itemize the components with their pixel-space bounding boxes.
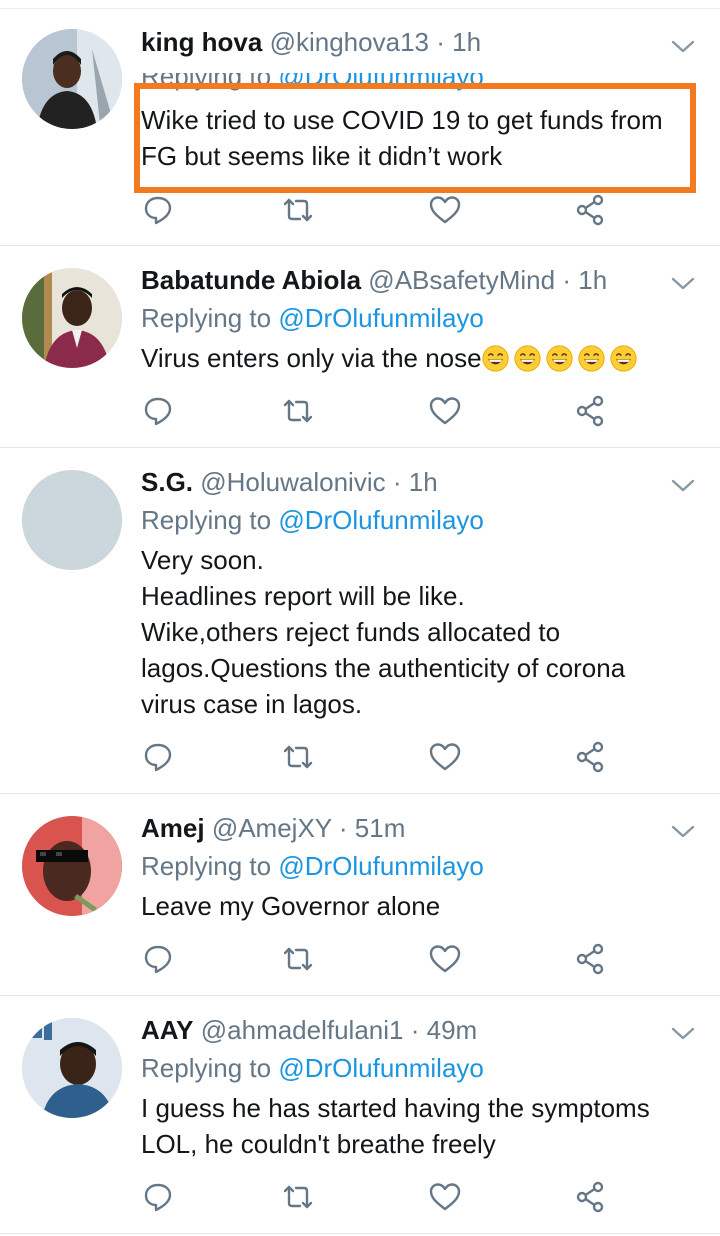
grinning-face-emoji bbox=[482, 345, 509, 372]
separator-dot: · bbox=[410, 1015, 420, 1045]
grinning-face-emoji bbox=[578, 345, 605, 372]
user-handle[interactable]: @ABsafetyMind bbox=[368, 265, 555, 295]
heart-icon[interactable] bbox=[428, 740, 462, 774]
tweet-text-line: I guess he has started having the sympto… bbox=[141, 1093, 650, 1123]
tweet-header: S.G. @Holuwalonivic · 1h bbox=[141, 467, 660, 497]
replying-to: Replying to @DrOlufunmilayo bbox=[141, 303, 484, 333]
chevron-down-icon[interactable] bbox=[670, 33, 696, 59]
chevron-down-icon[interactable] bbox=[670, 270, 696, 296]
tweet-text: Very soon. Headlines report will be like… bbox=[141, 542, 684, 722]
timestamp[interactable]: 1h bbox=[452, 27, 481, 57]
tweet-text: I guess he has started having the sympto… bbox=[141, 1090, 684, 1162]
replying-label: Replying to bbox=[141, 1053, 272, 1083]
grinning-face-emoji bbox=[514, 345, 541, 372]
tweet-text-line: LOL, he couldn't breathe freely bbox=[141, 1129, 496, 1159]
grinning-face-emoji-group bbox=[482, 343, 642, 373]
display-name[interactable]: AAY bbox=[141, 1015, 194, 1045]
chevron-down-icon[interactable] bbox=[670, 1020, 696, 1046]
mention-link[interactable]: @DrOlufunmilayo bbox=[278, 303, 484, 333]
heart-icon[interactable] bbox=[428, 394, 462, 428]
tweet-text-line: Wike,others reject funds allocated to bbox=[141, 617, 561, 647]
tweet-card[interactable]: S.G. @Holuwalonivic · 1h Replying to @Dr… bbox=[0, 448, 720, 794]
action-bar bbox=[141, 193, 621, 227]
tweet-text-line: Headlines report will be like. bbox=[141, 581, 465, 611]
share-icon[interactable] bbox=[573, 942, 607, 976]
user-handle[interactable]: @kinghova13 bbox=[270, 27, 429, 57]
share-icon[interactable] bbox=[573, 394, 607, 428]
orange-highlight-box bbox=[134, 83, 696, 193]
reply-icon[interactable] bbox=[141, 193, 175, 227]
chevron-down-icon[interactable] bbox=[670, 818, 696, 844]
display-name[interactable]: Amej bbox=[141, 813, 205, 843]
retweet-icon[interactable] bbox=[281, 193, 315, 227]
mention-link[interactable]: @DrOlufunmilayo bbox=[278, 1053, 484, 1083]
separator-dot: · bbox=[436, 27, 445, 57]
timestamp[interactable]: 1h bbox=[578, 265, 607, 295]
display-name[interactable]: king hova bbox=[141, 27, 262, 57]
tweet-text-line: lagos.Questions the authenticity of coro… bbox=[141, 653, 626, 683]
replying-label: Replying to bbox=[141, 303, 272, 333]
tweet-text: Leave my Governor alone bbox=[141, 888, 684, 924]
user-handle[interactable]: @ahmadelfulani1 bbox=[201, 1015, 404, 1045]
retweet-icon[interactable] bbox=[281, 1180, 315, 1214]
retweet-icon[interactable] bbox=[281, 394, 315, 428]
avatar[interactable] bbox=[22, 29, 122, 129]
replying-to: Replying to @DrOlufunmilayo bbox=[141, 851, 484, 881]
avatar[interactable] bbox=[22, 816, 122, 916]
replying-to: Replying to @DrOlufunmilayo bbox=[141, 1053, 484, 1083]
tweet-card[interactable]: Babatunde Abiola @ABsafetyMind · 1h Repl… bbox=[0, 246, 720, 448]
replying-to: Replying to @DrOlufunmilayo bbox=[141, 505, 484, 535]
heart-icon[interactable] bbox=[428, 193, 462, 227]
display-name[interactable]: Babatunde Abiola bbox=[141, 265, 361, 295]
timestamp[interactable]: 51m bbox=[355, 813, 406, 843]
reply-icon[interactable] bbox=[141, 1180, 175, 1214]
action-bar bbox=[141, 740, 621, 774]
share-icon[interactable] bbox=[573, 1180, 607, 1214]
display-name[interactable]: S.G. bbox=[141, 467, 193, 497]
tweet-text-line: Leave my Governor alone bbox=[141, 891, 441, 921]
retweet-icon[interactable] bbox=[281, 942, 315, 976]
avatar[interactable] bbox=[22, 470, 122, 570]
reply-feed: king hova @kinghova13 · 1h Replying to @… bbox=[0, 0, 720, 1236]
tweet-text-line: Virus enters only via the nose bbox=[141, 343, 482, 373]
action-bar bbox=[141, 942, 621, 976]
mention-link[interactable]: @DrOlufunmilayo bbox=[278, 505, 484, 535]
tweet-card[interactable]: AAY @ahmadelfulani1 · 49m Replying to @D… bbox=[0, 996, 720, 1234]
reply-icon[interactable] bbox=[141, 740, 175, 774]
grinning-face-emoji bbox=[610, 345, 637, 372]
replying-label: Replying to bbox=[141, 505, 272, 535]
separator-dot: · bbox=[562, 265, 572, 295]
user-handle[interactable]: @AmejXY bbox=[212, 813, 332, 843]
action-bar bbox=[141, 1180, 621, 1214]
chevron-down-icon[interactable] bbox=[670, 472, 696, 498]
timestamp[interactable]: 49m bbox=[427, 1015, 478, 1045]
heart-icon[interactable] bbox=[428, 1180, 462, 1214]
tweet-header: Babatunde Abiola @ABsafetyMind · 1h bbox=[141, 265, 660, 295]
tweet-card[interactable]: king hova @kinghova13 · 1h Replying to @… bbox=[0, 9, 720, 246]
tweet-header: Amej @AmejXY · 51m bbox=[141, 813, 660, 843]
reply-icon[interactable] bbox=[141, 394, 175, 428]
tweet-header: king hova @kinghova13 · 1h bbox=[141, 27, 660, 57]
tweet-card[interactable]: Amej @AmejXY · 51m Replying to @DrOlufun… bbox=[0, 794, 720, 996]
tweet-text: Virus enters only via the nose bbox=[141, 340, 684, 376]
tweet-header: AAY @ahmadelfulani1 · 49m bbox=[141, 1015, 660, 1045]
tweet-text-line: Very soon. bbox=[141, 545, 264, 575]
tweet-text-line: virus case in lagos. bbox=[141, 689, 363, 719]
mention-link[interactable]: @DrOlufunmilayo bbox=[278, 851, 484, 881]
share-icon[interactable] bbox=[573, 193, 607, 227]
grinning-face-emoji bbox=[546, 345, 573, 372]
heart-icon[interactable] bbox=[428, 942, 462, 976]
timestamp[interactable]: 1h bbox=[409, 467, 438, 497]
user-handle[interactable]: @Holuwalonivic bbox=[200, 467, 385, 497]
avatar[interactable] bbox=[22, 268, 122, 368]
avatar[interactable] bbox=[22, 1018, 122, 1118]
separator-dot: · bbox=[338, 813, 348, 843]
reply-icon[interactable] bbox=[141, 942, 175, 976]
replying-label: Replying to bbox=[141, 851, 272, 881]
retweet-icon[interactable] bbox=[281, 740, 315, 774]
separator-dot: · bbox=[392, 467, 402, 497]
share-icon[interactable] bbox=[573, 740, 607, 774]
action-bar bbox=[141, 394, 621, 428]
